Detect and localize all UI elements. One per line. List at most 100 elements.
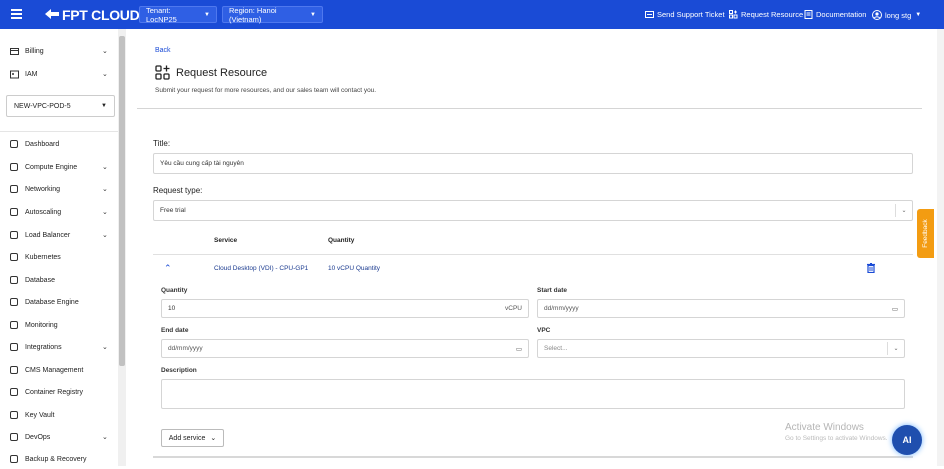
sidebar-item-backup[interactable]: Backup & Recovery [0, 449, 118, 469]
end-date-placeholder: dd/mm/yyyy [168, 345, 203, 352]
load-balancer-icon [10, 231, 18, 239]
region-select[interactable]: Region: Hanoi (Vietnam) ▼ [222, 5, 323, 24]
kubernetes-icon [10, 253, 18, 261]
networking-icon [10, 185, 18, 193]
sidebar-scrollbar-thumb[interactable] [119, 36, 125, 366]
project-select[interactable]: NEW-VPC-POD-5 ▼ [6, 95, 115, 117]
start-date-label: Start date [537, 287, 567, 294]
ai-assistant-button[interactable]: AI [892, 425, 922, 455]
sidebar-item-billing[interactable]: Billing ⌄ [0, 41, 118, 61]
devops-icon [10, 433, 18, 441]
section-divider [153, 456, 913, 458]
hamburger-menu-icon[interactable] [11, 9, 22, 19]
sidebar-item-label: Networking [25, 185, 61, 193]
user-name: long stg [885, 10, 912, 20]
sidebar-item-dashboard[interactable]: Dashboard [0, 134, 118, 154]
cms-icon [10, 366, 18, 374]
chevron-down-icon: ⌄ [102, 232, 108, 239]
chevron-down-icon: ▼ [101, 103, 107, 109]
monitoring-icon [10, 321, 18, 329]
sidebar-item-database-engine[interactable]: Database Engine [0, 292, 118, 312]
sidebar-item-integrations[interactable]: Integrations ⌄ [0, 337, 118, 357]
chevron-down-icon: ⌄ [102, 344, 108, 351]
sidebar-item-database[interactable]: Database [0, 270, 118, 290]
integrations-icon [10, 343, 18, 351]
title-input[interactable]: Yêu cầu cung cấp tài nguyên [153, 153, 913, 174]
sidebar-item-autoscaling[interactable]: Autoscaling ⌄ [0, 202, 118, 222]
user-avatar-icon [872, 10, 882, 20]
sidebar-item-iam[interactable]: IAM ⌄ [0, 64, 118, 84]
key-vault-icon [10, 411, 18, 419]
start-date-input[interactable]: dd/mm/yyyy ▭ [537, 299, 905, 318]
feedback-tab[interactable]: Feedback [917, 209, 934, 258]
chevron-down-icon: ▼ [310, 11, 316, 18]
send-support-ticket-link[interactable]: Send Support Ticket [645, 10, 725, 19]
chevron-down-icon: ⌄ [895, 204, 912, 217]
docs-label: Documentation [816, 10, 867, 19]
request-type-select[interactable]: Free trial ⌄ [153, 200, 913, 221]
column-quantity: Quantity [328, 237, 355, 244]
tenant-select[interactable]: Tenant: LocNP25 ▼ [139, 6, 217, 24]
caret-down-icon: ▼ [915, 12, 922, 18]
sidebar-item-devops[interactable]: DevOps ⌄ [0, 427, 118, 447]
start-date-placeholder: dd/mm/yyyy [544, 305, 579, 312]
add-service-button[interactable]: Add service ⌄ [161, 429, 224, 447]
column-service: Service [214, 237, 238, 244]
chevron-down-icon: ⌄ [102, 186, 108, 193]
back-link[interactable]: Back [155, 47, 171, 54]
trash-icon[interactable] [867, 263, 875, 273]
sidebar-item-cms[interactable]: CMS Management [0, 360, 118, 380]
container-registry-icon [10, 388, 18, 396]
vpc-label: VPC [537, 327, 551, 334]
sidebar-divider [0, 131, 118, 132]
sidebar-item-label: Monitoring [25, 321, 58, 329]
feedback-label: Feedback [922, 219, 930, 248]
vpc-select[interactable]: Select... ⌄ [537, 339, 905, 358]
main-scrollbar[interactable] [937, 29, 944, 466]
sidebar-item-kubernetes[interactable]: Kubernetes [0, 247, 118, 267]
sidebar-item-compute[interactable]: Compute Engine ⌄ [0, 157, 118, 177]
chevron-up-icon[interactable]: ⌃ [164, 263, 172, 274]
quantity-input[interactable]: 10 vCPU [161, 299, 529, 318]
chevron-down-icon: ⌄ [102, 209, 108, 216]
iam-icon [10, 70, 19, 78]
sidebar-item-label: Key Vault [25, 411, 55, 419]
billing-icon [10, 47, 19, 55]
brand-logo[interactable]: FPT CLOUD [44, 6, 140, 23]
row-quantity: 10 vCPU Quantity [328, 265, 381, 272]
sidebar-item-label: Autoscaling [25, 208, 62, 216]
chevron-down-icon: ⌄ [210, 435, 217, 442]
sidebar-item-label: IAM [25, 70, 38, 78]
documentation-link[interactable]: Documentation [804, 10, 866, 19]
description-textarea[interactable] [161, 379, 905, 409]
calendar-icon[interactable]: ▭ [892, 305, 898, 313]
sidebar-item-key-vault[interactable]: Key Vault [0, 405, 118, 425]
sidebar-item-label: Load Balancer [25, 231, 71, 239]
title-value: Yêu cầu cung cấp tài nguyên [160, 160, 244, 167]
sidebar-item-monitoring[interactable]: Monitoring [0, 315, 118, 335]
chevron-down-icon: ⌄ [102, 48, 108, 55]
sidebar-item-label: Kubernetes [25, 253, 61, 261]
windows-activation-watermark: Activate Windows [785, 422, 864, 433]
region-label: Region: Hanoi (Vietnam) [229, 5, 277, 24]
end-date-input[interactable]: dd/mm/yyyy ▭ [161, 339, 529, 358]
sidebar-item-load-balancer[interactable]: Load Balancer ⌄ [0, 225, 118, 245]
request-resource-icon [155, 65, 170, 80]
sidebar-item-container-registry[interactable]: Container Registry [0, 382, 118, 402]
user-menu[interactable]: long stg ▼ [872, 10, 921, 20]
request-label: Request Resource [741, 10, 804, 19]
sidebar-item-label: DevOps [25, 433, 51, 441]
page-title: Request Resource [176, 67, 268, 79]
backup-icon [10, 455, 18, 463]
description-label: Description [161, 367, 197, 374]
dashboard-icon [10, 140, 18, 148]
autoscaling-icon [10, 208, 18, 216]
sidebar-item-networking[interactable]: Networking ⌄ [0, 179, 118, 199]
windows-activation-hint: Go to Settings to activate Windows. [785, 435, 888, 442]
ai-label: AI [902, 435, 912, 445]
ticket-icon [645, 11, 654, 18]
sidebar-item-label: Database [25, 276, 55, 284]
calendar-icon[interactable]: ▭ [516, 345, 522, 353]
add-service-label: Add service [168, 434, 206, 442]
request-resource-link[interactable]: Request Resource [729, 10, 803, 19]
